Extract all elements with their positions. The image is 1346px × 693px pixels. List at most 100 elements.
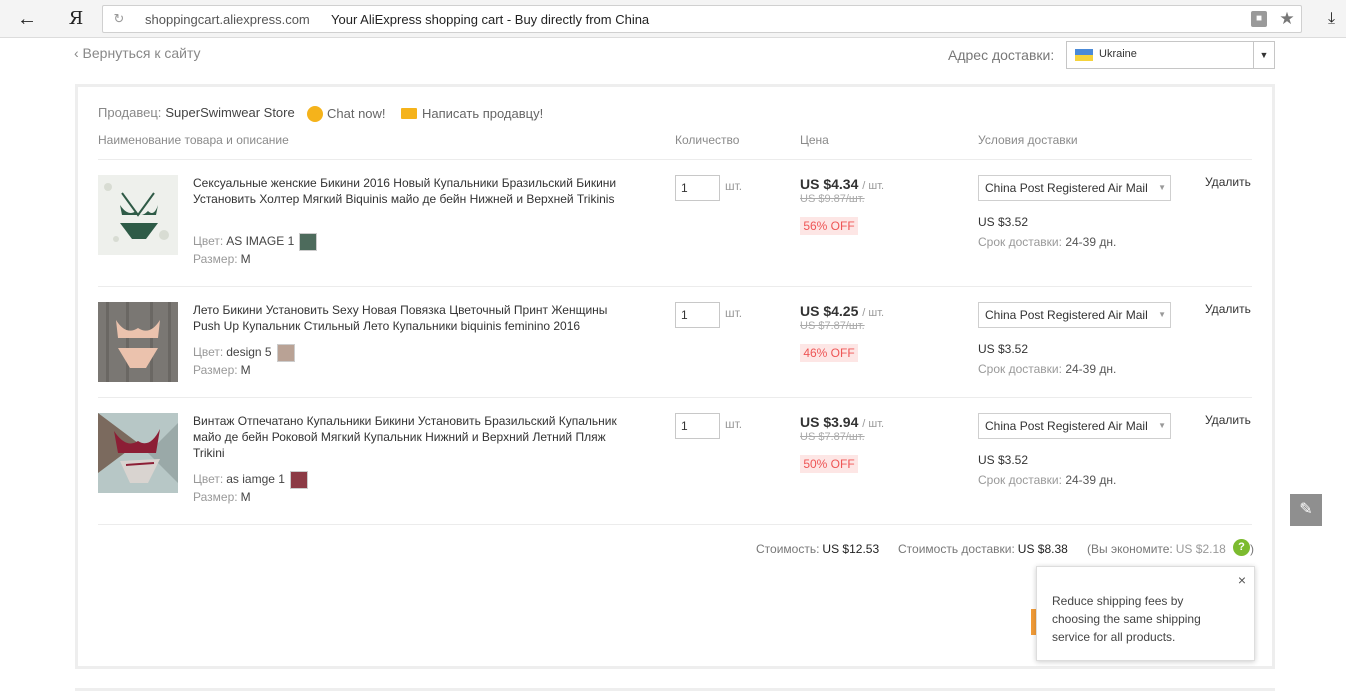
color-value: AS IMAGE 1 [226,234,295,249]
country-value: Ukraine [1099,48,1137,60]
subtotal: Стоимость: US $12.53 [756,542,879,556]
arrow-left-icon[interactable]: ← [14,7,40,31]
close-icon[interactable]: × [1238,572,1246,588]
column-header-price: Цена [800,133,829,147]
original-price: US $7.87/шт. [800,431,865,443]
cart-item: Винтаж Отпечатано Купальники Бикини Уста… [98,413,1254,523]
next-panel-edge [75,688,1275,693]
size-label: Размер: [193,363,238,377]
delete-button[interactable]: Удалить [1205,413,1251,427]
lock-icon[interactable]: ■ [1251,11,1267,27]
divider [98,159,1252,160]
seller-row: Продавец: SuperSwimwear Store Chat now! Н… [98,105,543,125]
shipping-address-label: Адрес доставки: [948,47,1055,63]
subtotal-label: Стоимость: [756,542,820,556]
color-attribute: Цвет: as iamge 1 [193,471,308,489]
quantity-input[interactable]: 1 [675,413,720,439]
product-image[interactable] [98,413,178,493]
discount-badge: 46% OFF [800,344,858,362]
country-select[interactable]: Ukraine ▼ [1066,41,1275,69]
shipping-cost: US $3.52 [978,453,1029,467]
shipping-method-select[interactable]: China Post Registered Air Mail ▼ [978,413,1171,439]
shipping-method-value: China Post Registered Air Mail [985,181,1148,195]
chevron-down-icon: ▼ [1158,183,1166,192]
size-value: M [240,490,251,504]
tooltip-text: Reduce shipping fees by choosing the sam… [1052,594,1201,644]
delivery-time: Срок доставки: 24-39 дн. [978,473,1116,487]
cart-item: Сексуальные женские Бикини 2016 Новый Ку… [98,175,1254,285]
shipping-method-select[interactable]: China Post Registered Air Mail ▼ [978,175,1171,201]
shipping-total-value: US $8.38 [1017,542,1068,556]
delete-button[interactable]: Удалить [1205,302,1251,316]
chevron-down-icon: ▼ [1158,421,1166,430]
quantity-unit: шт. [725,417,743,431]
price-value: US $4.25 [800,303,859,319]
size-label: Размер: [193,252,238,266]
address-bar[interactable]: ↻ shoppingcart.aliexpress.com Your AliEx… [102,5,1302,33]
subtotal-value: US $12.53 [822,542,880,556]
seller-label: Продавец: [98,105,162,120]
color-attribute: Цвет: design 5 [193,344,295,362]
chevron-down-icon: ▼ [1158,310,1166,319]
shipping-tooltip: × Reduce shipping fees by choosing the s… [1036,566,1255,661]
size-attribute: Размер: M [193,252,251,266]
quantity-input[interactable]: 1 [675,302,720,328]
size-label: Размер: [193,490,238,504]
price-value: US $3.94 [800,414,859,430]
delivery-time-label: Срок доставки: [978,362,1062,376]
delivery-time-value: 24-39 дн. [1065,235,1117,249]
url-domain: shoppingcart.aliexpress.com [145,12,310,27]
browser-toolbar: ← Я ↻ shoppingcart.aliexpress.com Your A… [0,0,1346,38]
product-image[interactable] [98,175,178,255]
help-icon[interactable]: ? [1233,539,1250,556]
color-swatch [299,233,318,251]
quantity-unit: шт. [725,306,743,320]
star-icon[interactable]: ★ [1277,9,1297,29]
seller-name[interactable]: SuperSwimwear Store [165,105,294,120]
delivery-time-label: Срок доставки: [978,473,1062,487]
size-value: M [240,363,251,377]
envelope-icon[interactable] [401,108,417,119]
savings-label: (Вы экономите: [1087,542,1173,556]
divider [98,397,1252,398]
color-swatch [289,471,308,489]
cart-item: Лето Бикини Установить Sexy Новая Повязк… [98,302,1254,397]
shipping-total-label: Стоимость доставки: [898,542,1015,556]
reload-icon[interactable]: ↻ [111,11,127,27]
savings-value: US $2.18 [1175,542,1226,556]
download-icon[interactable]: ⤓ [1328,7,1346,31]
color-swatch [276,344,295,362]
shipping-total: Стоимость доставки: US $8.38 [898,542,1068,556]
shipping-method-value: China Post Registered Air Mail [985,419,1148,433]
chevron-down-icon[interactable]: ▼ [1253,42,1274,68]
size-attribute: Размер: M [193,490,251,504]
discount-badge: 56% OFF [800,217,858,235]
pencil-icon[interactable]: ✎ [1290,494,1322,526]
savings: (Вы экономите: US $2.18 [1087,542,1226,556]
size-value: M [240,252,251,266]
divider [98,524,1252,525]
yandex-logo[interactable]: Я [66,8,86,30]
unit-price: US $3.94 / шт. [800,414,884,430]
product-title[interactable]: Винтаж Отпечатано Купальники Бикини Уста… [193,413,618,461]
product-image[interactable] [98,302,178,382]
delivery-time: Срок доставки: 24-39 дн. [978,235,1116,249]
message-seller-link[interactable]: Написать продавцу! [422,106,543,121]
chat-icon[interactable] [307,106,323,122]
delete-button[interactable]: Удалить [1205,175,1251,189]
price-per-unit: / шт. [862,180,885,192]
product-title[interactable]: Лето Бикини Установить Sexy Новая Повязк… [193,302,618,334]
back-to-site-link[interactable]: ‹ Вернуться к сайту [74,45,201,61]
shipping-method-value: China Post Registered Air Mail [985,308,1148,322]
chat-now-link[interactable]: Chat now! [327,106,386,121]
page-title: Your AliExpress shopping cart - Buy dire… [331,12,650,27]
quantity-input[interactable]: 1 [675,175,720,201]
shipping-cost: US $3.52 [978,342,1029,356]
shipping-cost: US $3.52 [978,215,1029,229]
product-title[interactable]: Сексуальные женские Бикини 2016 Новый Ку… [193,175,618,207]
shipping-method-select[interactable]: China Post Registered Air Mail ▼ [978,302,1171,328]
column-header-product: Наименование товара и описание [98,133,289,147]
price-value: US $4.34 [800,176,859,192]
delivery-time-value: 24-39 дн. [1065,362,1117,376]
color-value: as iamge 1 [226,472,285,487]
